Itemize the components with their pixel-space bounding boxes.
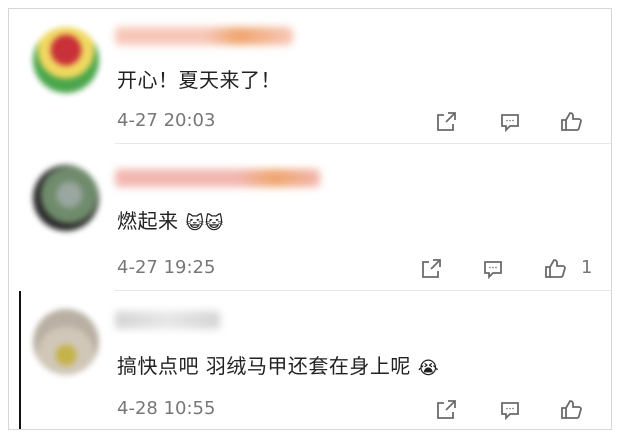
comment-timestamp: 4-28 10:55 — [117, 398, 216, 419]
comment-icon[interactable] — [498, 110, 522, 134]
left-accent-bar — [19, 291, 21, 429]
like-count: 1 — [581, 257, 593, 278]
comment-timestamp: 4-27 20:03 — [117, 110, 216, 131]
comment-icon[interactable] — [481, 257, 505, 281]
like-icon[interactable] — [559, 398, 583, 422]
comment-item: 搞快点吧 羽绒马甲还套在身上呢 😭 4-28 10:55 — [9, 291, 611, 426]
avatar[interactable] — [33, 27, 99, 93]
comment-text-content: 开心！夏天来了！ — [117, 68, 281, 92]
comment-list: 开心！夏天来了！ 4-27 20:03 燃起来 😺😺 4-27 19:25 1 … — [8, 8, 612, 430]
share-icon[interactable] — [434, 398, 458, 422]
avatar[interactable] — [33, 309, 99, 375]
comment-text: 燃起来 😺😺 — [117, 205, 224, 234]
username-blurred[interactable] — [115, 27, 293, 45]
username-blurred[interactable] — [115, 311, 220, 329]
separator — [115, 143, 611, 144]
comment-item: 燃起来 😺😺 4-27 19:25 1 — [9, 147, 611, 291]
comment-item: 开心！夏天来了！ 4-27 20:03 — [9, 9, 611, 144]
like-icon[interactable] — [559, 110, 583, 134]
share-icon[interactable] — [419, 257, 443, 281]
comment-text-content: 搞快点吧 羽绒马甲还套在身上呢 — [117, 354, 411, 378]
avatar[interactable] — [33, 165, 99, 231]
comment-text: 搞快点吧 羽绒马甲还套在身上呢 😭 — [117, 350, 439, 379]
comment-text: 开心！夏天来了！ — [117, 64, 288, 93]
comment-emoji: 😭 — [417, 358, 440, 379]
comment-text-content: 燃起来 — [117, 209, 179, 233]
comment-timestamp: 4-27 19:25 — [117, 257, 216, 278]
like-icon[interactable] — [543, 257, 567, 281]
share-icon[interactable] — [434, 110, 458, 134]
comment-icon[interactable] — [498, 398, 522, 422]
comment-emoji: 😺😺 — [185, 213, 224, 234]
username-blurred[interactable] — [115, 169, 320, 187]
